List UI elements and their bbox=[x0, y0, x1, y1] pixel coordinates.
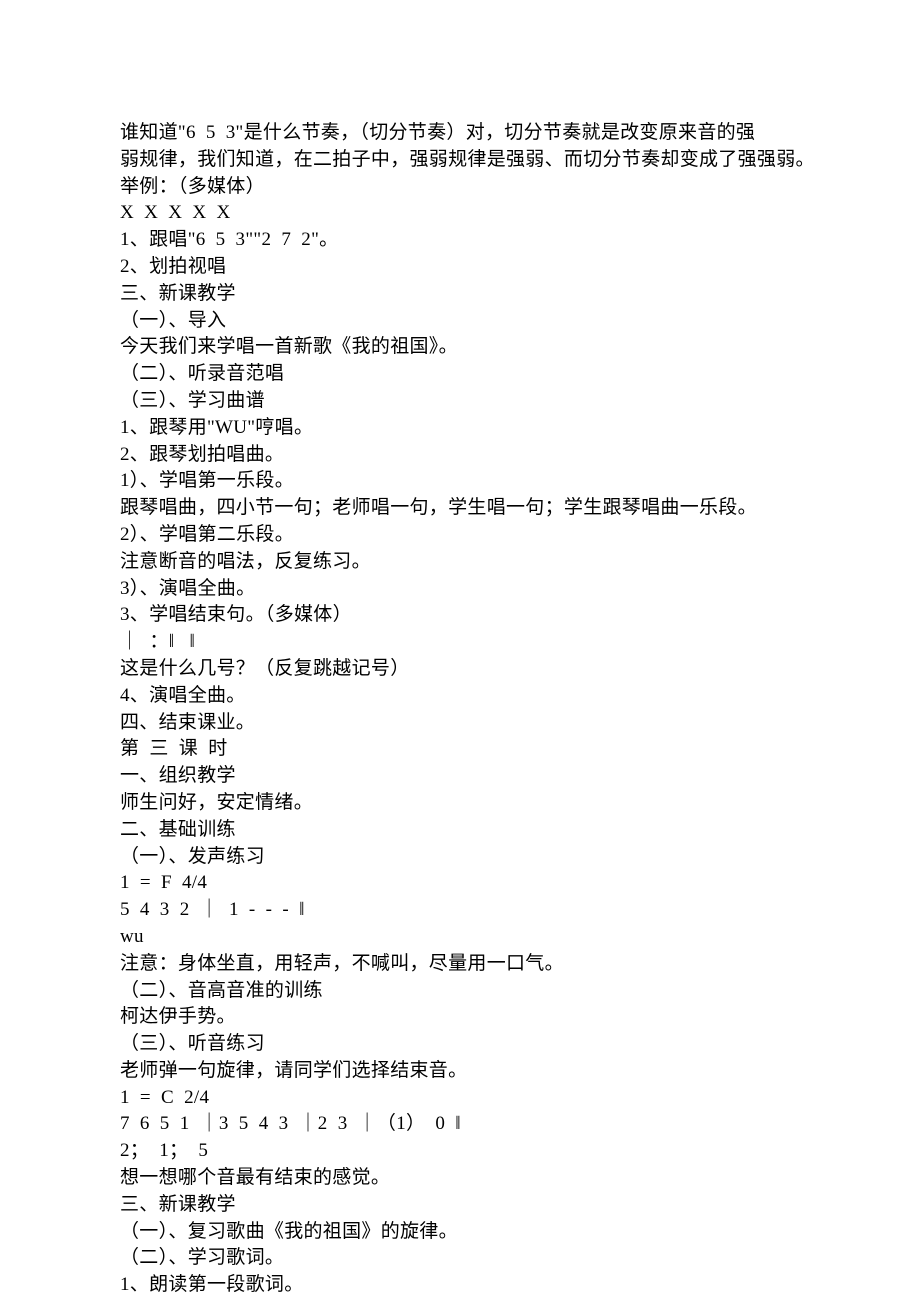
text-line: wu bbox=[120, 924, 800, 951]
text-line: 三、新课教学 bbox=[120, 1192, 800, 1219]
text-line: 跟琴唱曲，四小节一句；老师唱一句，学生唱一句；学生跟琴唱曲一乐段。 bbox=[120, 495, 800, 522]
text-line: （一）、发声练习 bbox=[120, 844, 800, 871]
text-line: 二、基础训练 bbox=[120, 817, 800, 844]
text-line: 1 = F 4/4 bbox=[120, 870, 800, 897]
text-line: 3）、演唱全曲。 bbox=[120, 576, 800, 603]
text-line: 这是什么几号？（反复跳越记号） bbox=[120, 656, 800, 683]
text-line: 师生问好，安定情绪。 bbox=[120, 790, 800, 817]
text-line: （一）、导入 bbox=[120, 308, 800, 335]
text-line: 一、组织教学 bbox=[120, 763, 800, 790]
text-line: X X X X X bbox=[120, 200, 800, 227]
text-line: 想一想哪个音最有结束的感觉。 bbox=[120, 1165, 800, 1192]
text-line: （三）、听音练习 bbox=[120, 1031, 800, 1058]
text-line: 4、演唱全曲。 bbox=[120, 683, 800, 710]
text-line: （二）、学习歌词。 bbox=[120, 1245, 800, 1272]
text-line: （一）、复习歌曲《我的祖国》的旋律。 bbox=[120, 1219, 800, 1246]
text-line: 5 4 3 2 ｜ 1 - - - ‖ bbox=[120, 897, 800, 924]
text-line: 1、朗读第一段歌词。 bbox=[120, 1272, 800, 1299]
text-line: 2、跟琴划拍唱曲。 bbox=[120, 442, 800, 469]
text-line: （二）、音高音准的训练 bbox=[120, 978, 800, 1005]
text-line: 1、跟琴用"WU"哼唱。 bbox=[120, 415, 800, 442]
text-line: 3、学唱结束句。（多媒体） bbox=[120, 602, 800, 629]
document-body: 谁知道"6 5 3"是什么节奏，（切分节奏）对，切分节奏就是改变原来音的强弱规律… bbox=[120, 120, 800, 1299]
text-line: 1、跟唱"6 5 3""2 7 2"。 bbox=[120, 227, 800, 254]
text-line: 今天我们来学唱一首新歌《我的祖国》。 bbox=[120, 334, 800, 361]
text-line: 注意：身体坐直，用轻声，不喊叫，尽量用一口气。 bbox=[120, 951, 800, 978]
text-line: 2）、学唱第二乐段。 bbox=[120, 522, 800, 549]
text-line: 2； 1； 5 bbox=[120, 1138, 800, 1165]
text-line: 第 三 课 时 bbox=[120, 736, 800, 763]
text-line: 1）、学唱第一乐段。 bbox=[120, 468, 800, 495]
text-line: 谁知道"6 5 3"是什么节奏，（切分节奏）对，切分节奏就是改变原来音的强 bbox=[120, 120, 800, 147]
text-line: ｜ ：‖ ‖ bbox=[120, 629, 800, 656]
text-line: 2、划拍视唱 bbox=[120, 254, 800, 281]
text-line: 老师弹一句旋律，请同学们选择结束音。 bbox=[120, 1058, 800, 1085]
text-line: 三、新课教学 bbox=[120, 281, 800, 308]
text-line: 弱规律，我们知道，在二拍子中，强弱规律是强弱、而切分节奏却变成了强强弱。 bbox=[120, 147, 800, 174]
text-line: （二）、听录音范唱 bbox=[120, 361, 800, 388]
text-line: 注意断音的唱法，反复练习。 bbox=[120, 549, 800, 576]
text-line: 7 6 5 1 ｜3 5 4 3 ｜2 3 ｜（1） 0 ‖ bbox=[120, 1111, 800, 1138]
text-line: （三）、学习曲谱 bbox=[120, 388, 800, 415]
text-line: 举例：（多媒体） bbox=[120, 174, 800, 201]
text-line: 1 = C 2/4 bbox=[120, 1085, 800, 1112]
text-line: 四、结束课业。 bbox=[120, 710, 800, 737]
text-line: 柯达伊手势。 bbox=[120, 1004, 800, 1031]
